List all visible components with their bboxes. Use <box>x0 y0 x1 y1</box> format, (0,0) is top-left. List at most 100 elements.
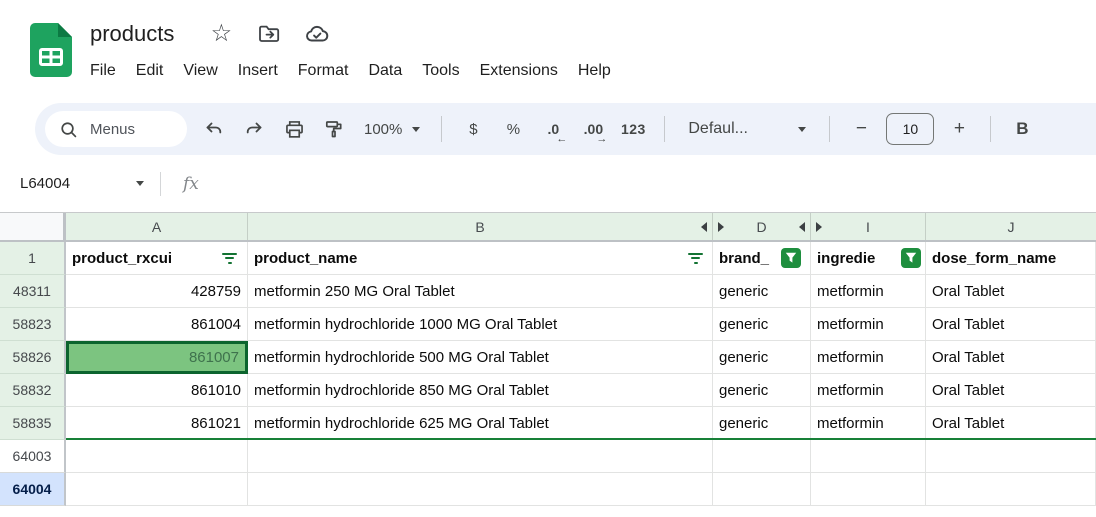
google-sheets-app: products ☆ File Edit View Insert Format … <box>0 0 1096 517</box>
font-size-input[interactable]: 10 <box>886 113 935 145</box>
cell[interactable]: Oral Tablet <box>926 308 1096 341</box>
cell[interactable]: metformin <box>811 275 926 308</box>
cell[interactable]: metformin <box>811 407 926 440</box>
active-filter-icon[interactable] <box>781 248 801 268</box>
cell-A1[interactable]: product_rxcui <box>66 242 248 275</box>
row-header[interactable]: 64003 <box>0 440 66 473</box>
cell[interactable]: Oral Tablet <box>926 275 1096 308</box>
row-header[interactable]: 48311 <box>0 275 66 308</box>
cloud-saved-icon[interactable] <box>300 17 334 51</box>
column-header-J[interactable]: J <box>926 213 1096 240</box>
cell[interactable]: metformin <box>811 308 926 341</box>
format-currency-button[interactable]: $ <box>455 110 491 148</box>
filter-icon[interactable] <box>688 252 703 264</box>
menu-view[interactable]: View <box>173 58 227 84</box>
cell[interactable] <box>248 440 713 473</box>
row-header[interactable]: 58835 <box>0 407 66 440</box>
menu-insert[interactable]: Insert <box>228 58 288 84</box>
menus-search-button[interactable]: Menus <box>45 111 187 147</box>
star-icon[interactable]: ☆ <box>204 17 238 51</box>
menu-format[interactable]: Format <box>288 58 359 84</box>
row-header[interactable]: 58832 <box>0 374 66 407</box>
select-all-corner[interactable] <box>0 213 66 240</box>
print-button[interactable] <box>276 110 312 148</box>
cell[interactable] <box>713 440 811 473</box>
fx-icon: fx <box>183 173 199 194</box>
more-formats-button[interactable]: 123 <box>615 110 651 148</box>
undo-button[interactable] <box>196 110 232 148</box>
menu-help[interactable]: Help <box>568 58 621 84</box>
cell[interactable]: metformin hydrochloride 625 MG Oral Tabl… <box>248 407 713 440</box>
sheets-logo-icon[interactable] <box>30 23 72 82</box>
cell[interactable]: metformin <box>811 374 926 407</box>
cell[interactable] <box>713 473 811 506</box>
chevron-down-icon <box>412 126 421 132</box>
cell[interactable]: 861004 <box>66 308 248 341</box>
filter-icon[interactable] <box>222 252 237 264</box>
cell[interactable]: generic <box>713 275 811 308</box>
menu-extensions[interactable]: Extensions <box>470 58 568 84</box>
column-header-row: A B D I J <box>0 212 1096 242</box>
menu-data[interactable]: Data <box>358 58 412 84</box>
hidden-columns-indicator-icon[interactable] <box>701 221 707 232</box>
menu-file[interactable]: File <box>80 58 126 84</box>
menu-edit[interactable]: Edit <box>126 58 174 84</box>
document-title[interactable]: products <box>90 21 174 47</box>
hidden-columns-indicator-icon[interactable] <box>799 221 805 232</box>
cell[interactable] <box>811 440 926 473</box>
selected-cell[interactable]: 861007 <box>66 341 248 374</box>
cell[interactable]: Oral Tablet <box>926 407 1096 440</box>
cell-J1[interactable]: dose_form_name <box>926 242 1096 275</box>
cell[interactable]: Oral Tablet <box>926 374 1096 407</box>
menu-tools[interactable]: Tools <box>412 58 469 84</box>
hidden-columns-indicator-icon[interactable] <box>718 221 724 232</box>
cell[interactable]: generic <box>713 308 811 341</box>
cell[interactable]: 861021 <box>66 407 248 440</box>
cell[interactable] <box>926 473 1096 506</box>
column-header-A[interactable]: A <box>66 213 248 240</box>
print-icon <box>285 120 303 138</box>
increase-decimal-button[interactable]: .00 → <box>575 110 611 148</box>
column-header-B[interactable]: B <box>248 213 713 240</box>
row-header[interactable]: 58823 <box>0 308 66 341</box>
redo-button[interactable] <box>236 110 272 148</box>
name-box[interactable]: L64004 <box>0 175 144 192</box>
cell[interactable]: 861010 <box>66 374 248 407</box>
decrease-font-size-button[interactable]: − <box>843 110 879 148</box>
hidden-columns-indicator-icon[interactable] <box>816 221 822 232</box>
cell[interactable]: metformin hydrochloride 1000 MG Oral Tab… <box>248 308 713 341</box>
cell[interactable]: metformin hydrochloride 500 MG Oral Tabl… <box>248 341 713 374</box>
cell[interactable] <box>66 440 248 473</box>
spreadsheet-grid: A B D I J 1 product_rxcui product_name b… <box>0 212 1096 517</box>
cell-I1[interactable]: ingredie <box>811 242 926 275</box>
bold-button[interactable]: B <box>1004 110 1040 148</box>
active-filter-icon[interactable] <box>901 248 921 268</box>
row-header[interactable]: 58826 <box>0 341 66 374</box>
cell[interactable]: metformin <box>811 341 926 374</box>
paint-format-button[interactable] <box>316 110 352 148</box>
cell[interactable]: generic <box>713 341 811 374</box>
column-header-D[interactable]: D <box>713 213 811 240</box>
zoom-dropdown[interactable]: 100% <box>356 110 428 148</box>
cell[interactable]: Oral Tablet <box>926 341 1096 374</box>
cell-B1[interactable]: product_name <box>248 242 713 275</box>
increase-font-size-button[interactable]: + <box>941 110 977 148</box>
cell[interactable]: generic <box>713 374 811 407</box>
title-bar: products ☆ File Edit View Insert Format … <box>0 0 1096 100</box>
cell[interactable]: metformin 250 MG Oral Tablet <box>248 275 713 308</box>
cell[interactable] <box>248 473 713 506</box>
active-row-header[interactable]: 64004 <box>0 473 66 506</box>
cell[interactable]: 428759 <box>66 275 248 308</box>
cell[interactable]: generic <box>713 407 811 440</box>
cell[interactable] <box>66 473 248 506</box>
decrease-decimal-button[interactable]: .0 ← <box>535 110 571 148</box>
move-to-folder-icon[interactable] <box>252 17 286 51</box>
column-header-I[interactable]: I <box>811 213 926 240</box>
font-family-dropdown[interactable]: Defaul... <box>678 110 816 148</box>
row-header[interactable]: 1 <box>0 242 66 275</box>
cell[interactable] <box>926 440 1096 473</box>
cell[interactable] <box>811 473 926 506</box>
format-percent-button[interactable]: % <box>495 110 531 148</box>
cell[interactable]: metformin hydrochloride 850 MG Oral Tabl… <box>248 374 713 407</box>
cell-D1[interactable]: brand_ <box>713 242 811 275</box>
